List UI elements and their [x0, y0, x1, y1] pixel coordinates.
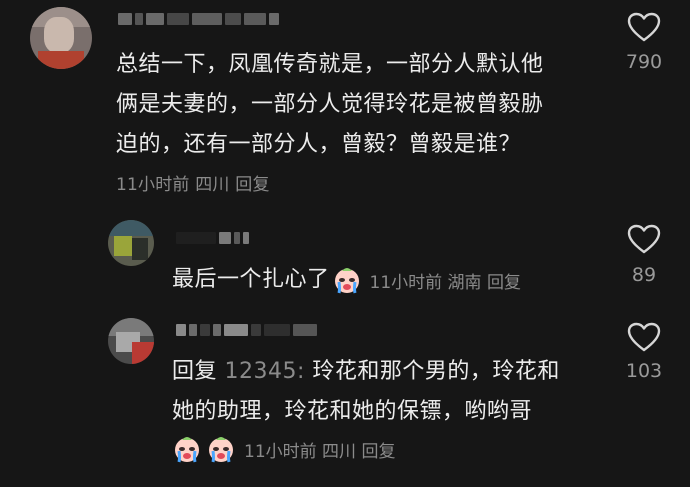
comment-text-line: 回复 12345: 玲花和那个男的，玲花和 [172, 352, 560, 392]
avatar[interactable] [108, 318, 154, 364]
comment-text-line: 俩是夫妻的，一部分人觉得玲花是被曾毅胁 [116, 92, 544, 117]
avatar[interactable] [30, 7, 92, 69]
like-heart-icon[interactable] [627, 322, 661, 352]
username-obscured[interactable] [176, 230, 249, 246]
comment-text-line: 迫的，还有一部分人，曾毅？曾毅是谁？ [116, 132, 522, 157]
like-heart-icon[interactable] [627, 12, 661, 42]
username-obscured[interactable] [118, 11, 279, 27]
comment-text-part: 玲花和那个男的，玲花和 [304, 359, 560, 384]
comment-text: 回复 12345: 玲花和那个男的，玲花和 她的助理，玲花和她的保镖，哟哟哥 [172, 352, 560, 432]
crying-face-emoji [172, 434, 202, 464]
comment-text-line: 她的助理，玲花和她的保镖，哟哟哥 [172, 399, 533, 424]
comment-item: 总结一下，凤凰传奇就是，一部分人默认他 俩是夫妻的，一部分人觉得玲花是被曾毅胁 … [0, 0, 690, 200]
crying-face-emoji [206, 434, 236, 464]
like-count: 103 [625, 360, 663, 382]
like-heart-icon[interactable] [627, 224, 661, 254]
comment-text-row: 最后一个扎心了 11小时前 湖南 回复 [172, 260, 521, 300]
comment-text: 最后一个扎心了 [172, 267, 330, 292]
comment-meta[interactable]: 11小时前 湖南 回复 [370, 268, 521, 293]
comment-meta[interactable]: 11小时前 四川 回复 [116, 170, 270, 195]
crying-face-emoji [332, 265, 362, 295]
comment-text: 总结一下，凤凰传奇就是，一部分人默认他 俩是夫妻的，一部分人觉得玲花是被曾毅胁 … [116, 45, 544, 165]
comment-item: 回复 12345: 玲花和那个男的，玲花和 她的助理，玲花和她的保镖，哟哟哥 1… [0, 310, 690, 480]
reply-prefix: 回复 [172, 359, 218, 384]
avatar[interactable] [108, 220, 154, 266]
comment-meta[interactable]: 11小时前 四川 回复 [244, 437, 395, 462]
like-count: 790 [625, 51, 663, 73]
comment-text-line: 总结一下，凤凰传奇就是，一部分人默认他 [116, 52, 544, 77]
comment-item: 最后一个扎心了 11小时前 湖南 回复 89 [0, 210, 690, 300]
like-count: 89 [631, 264, 657, 286]
reply-target-username[interactable]: 12345: [225, 359, 305, 384]
username-obscured[interactable] [176, 322, 317, 338]
comment-meta-row: 11小时前 四川 回复 [172, 434, 395, 464]
